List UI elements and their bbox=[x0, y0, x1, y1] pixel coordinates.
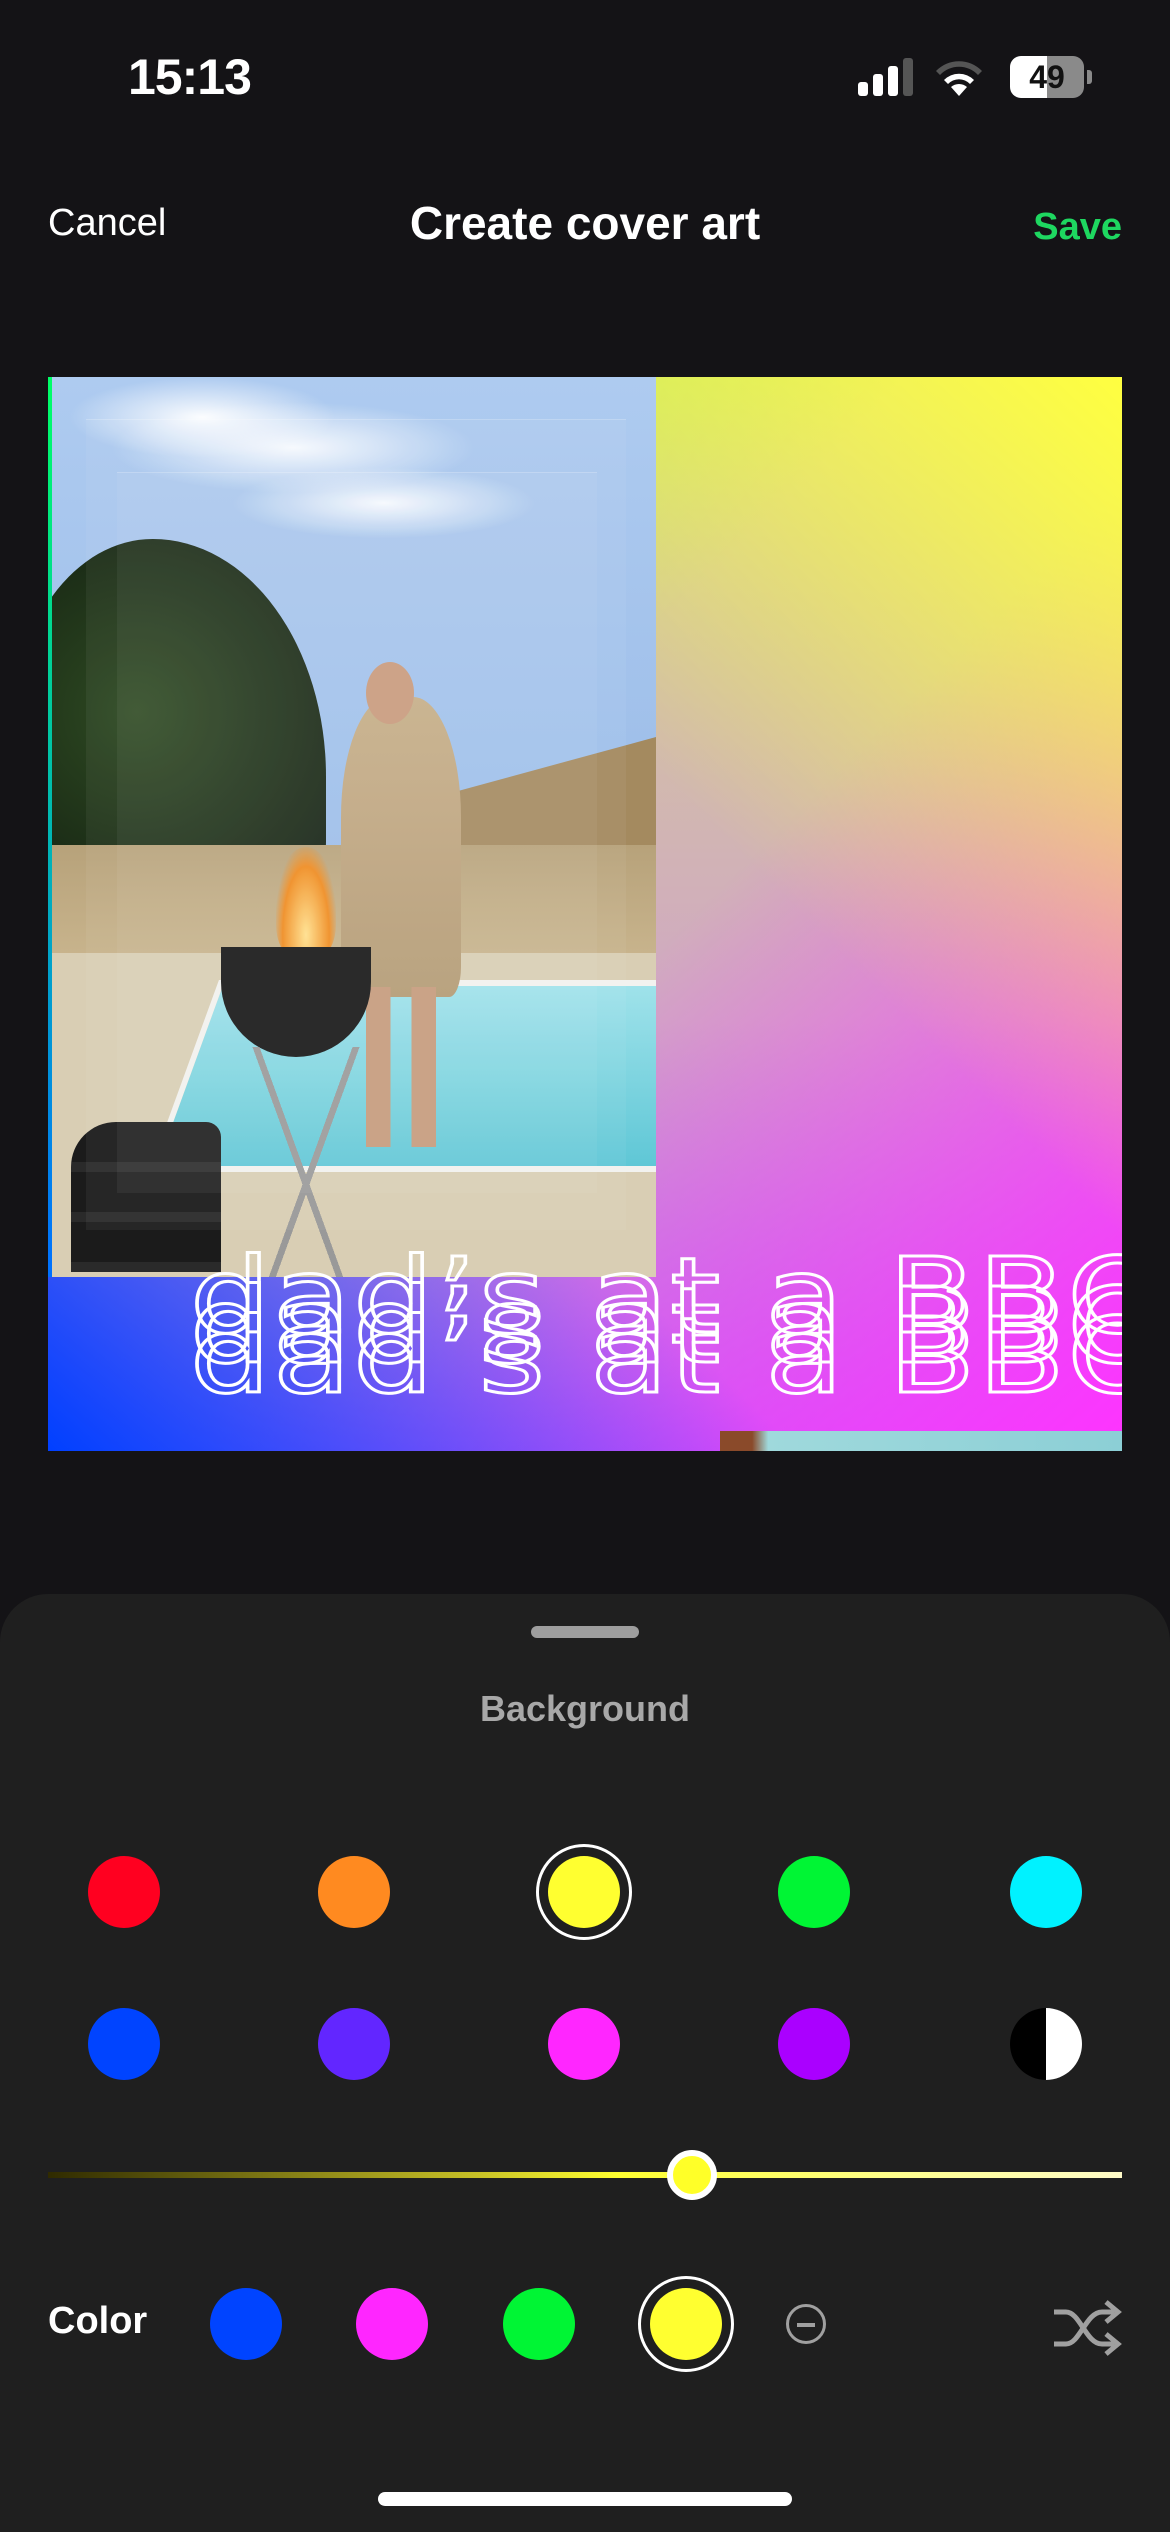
home-indicator[interactable] bbox=[378, 2492, 792, 2506]
photo-strip bbox=[720, 1431, 1122, 1451]
background-sheet: Background Color bbox=[0, 1594, 1170, 2532]
photo-edge-accent bbox=[48, 377, 52, 1277]
sheet-title: Background bbox=[479, 1688, 691, 1729]
background-swatch-magenta[interactable] bbox=[548, 2008, 620, 2080]
cover-art-preview[interactable]: dad’s at a BBQ dad’s at a BBQ dad’s at a… bbox=[48, 377, 1122, 1451]
cover-text-echo: dad’s at a BBQ bbox=[188, 1294, 1122, 1419]
color-stop-blue[interactable] bbox=[210, 2288, 282, 2360]
color-stop-yellow[interactable] bbox=[638, 2276, 734, 2372]
color-stop-green[interactable] bbox=[503, 2288, 575, 2360]
brightness-slider-thumb[interactable] bbox=[667, 2150, 718, 2200]
photo-echo-layer bbox=[117, 472, 597, 1193]
battery-tip bbox=[1087, 70, 1092, 84]
shuffle-icon[interactable] bbox=[1050, 2298, 1122, 2358]
background-swatch-cyan[interactable] bbox=[1010, 1856, 1082, 1928]
color-label: Color bbox=[48, 2300, 148, 2342]
nav-bar: Cancel Create cover art Save bbox=[0, 180, 1170, 260]
signal-icon bbox=[858, 58, 914, 96]
battery-icon: 49 bbox=[1010, 56, 1084, 98]
background-swatch-indigo[interactable] bbox=[318, 2008, 390, 2080]
background-swatch-purple[interactable] bbox=[778, 2008, 850, 2080]
sheet-drag-handle[interactable] bbox=[531, 1626, 639, 1638]
brightness-slider[interactable] bbox=[48, 2172, 1122, 2178]
background-swatch-green[interactable] bbox=[778, 1856, 850, 1928]
background-swatch-red[interactable] bbox=[88, 1856, 160, 1928]
status-time: 15:13 bbox=[128, 49, 252, 105]
background-swatch-black-white[interactable] bbox=[1010, 2008, 1082, 2080]
background-swatch-blue[interactable] bbox=[88, 2008, 160, 2080]
page-title: Create cover art bbox=[409, 197, 761, 249]
status-bar: 15:13 49 bbox=[0, 0, 1170, 150]
minus-circle-icon[interactable] bbox=[786, 2304, 826, 2344]
background-swatch-orange[interactable] bbox=[318, 1856, 390, 1928]
color-stop-magenta[interactable] bbox=[356, 2288, 428, 2360]
wifi-icon bbox=[936, 61, 982, 96]
battery-level: 49 bbox=[1029, 59, 1065, 95]
background-swatch-yellow[interactable] bbox=[536, 1844, 632, 1940]
save-button[interactable]: Save bbox=[1033, 206, 1122, 249]
cover-photo[interactable] bbox=[51, 377, 656, 1277]
